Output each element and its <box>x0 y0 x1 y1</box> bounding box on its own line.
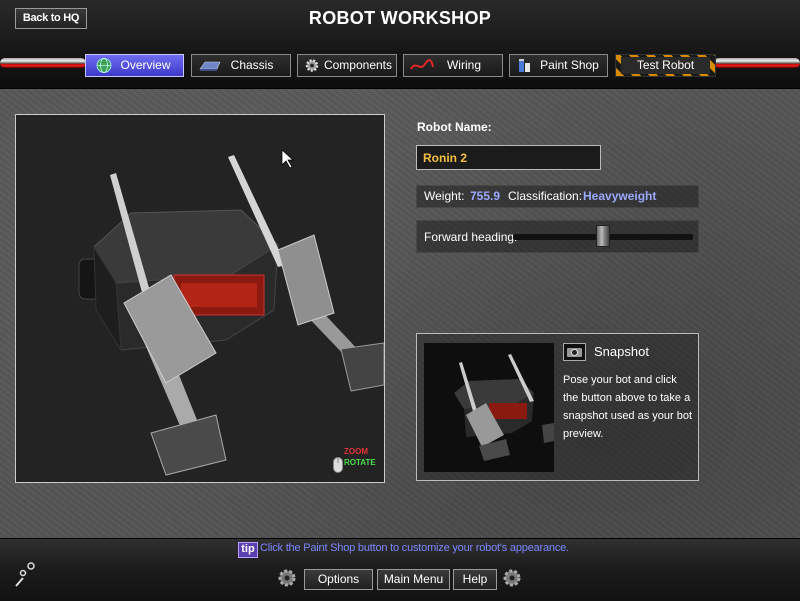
tab-paint-shop-label: Paint Shop <box>540 58 599 72</box>
main-menu-button[interactable]: Main Menu <box>377 569 450 590</box>
page-title: ROBOT WORKSHOP <box>308 8 492 28</box>
snapshot-camera-button[interactable] <box>563 343 586 361</box>
tab-chassis-label: Chassis <box>230 58 274 72</box>
tip-text: Click the Paint Shop button to customize… <box>260 542 569 554</box>
snapshot-panel: Snapshot Pose your bot and click the but… <box>416 333 699 481</box>
forward-heading-control: Forward heading: <box>416 220 699 253</box>
bottom-bar: tip Click the Paint Shop button to custo… <box>0 538 800 601</box>
logo-icon <box>15 562 35 587</box>
decorative-cable-left <box>0 58 86 68</box>
robot-name-label: Robot Name: <box>417 120 492 134</box>
weight-label: Weight: <box>424 189 465 203</box>
camera-icon <box>567 348 582 357</box>
robot-stats-bar: Weight: 755.9 Classification: Heavyweigh… <box>416 185 699 208</box>
mouse-icon <box>333 457 343 473</box>
tab-overview-label: Overview <box>120 58 171 72</box>
gear-icon <box>503 569 521 587</box>
snapshot-title: Snapshot <box>594 344 649 359</box>
classification-value: Heavyweight <box>583 189 657 203</box>
tab-test-robot-label: Test Robot <box>621 57 710 74</box>
tip-badge: tip <box>238 542 258 558</box>
classification-label: Classification: <box>508 189 583 203</box>
robot-model <box>78 149 384 476</box>
tab-components[interactable]: Components <box>297 54 397 77</box>
gear-icon <box>278 569 296 587</box>
forward-heading-label: Forward heading: <box>424 230 518 244</box>
tab-components-label: Components <box>323 58 393 72</box>
viewport-controls-hint: ZOOM ROTATE <box>333 445 382 481</box>
tab-overview[interactable]: Overview <box>85 54 184 77</box>
rotate-label: ROTATE <box>344 458 376 467</box>
robot-name-input[interactable]: Ronin 2 <box>416 145 601 170</box>
decorative-cable-right <box>714 58 800 68</box>
help-button[interactable]: Help <box>453 569 497 590</box>
tab-wiring[interactable]: Wiring <box>403 54 503 77</box>
options-button[interactable]: Options <box>304 569 373 590</box>
snapshot-preview-image <box>424 343 554 472</box>
zoom-label: ZOOM <box>344 447 368 456</box>
snapshot-description: Pose your bot and click the button above… <box>563 374 693 440</box>
tab-paint-shop[interactable]: Paint Shop <box>509 54 608 77</box>
tab-wiring-label: Wiring <box>446 58 481 72</box>
tab-test-robot[interactable]: Test Robot <box>615 54 716 77</box>
tab-chassis[interactable]: Chassis <box>191 54 291 77</box>
top-bar: Back to HQ ROBOT WORKSHOP Overview Chass… <box>0 0 800 89</box>
weight-value: 755.9 <box>470 189 501 203</box>
forward-heading-slider-thumb[interactable] <box>596 225 610 247</box>
robot-3d-viewport[interactable]: ZOOM ROTATE <box>15 114 385 483</box>
